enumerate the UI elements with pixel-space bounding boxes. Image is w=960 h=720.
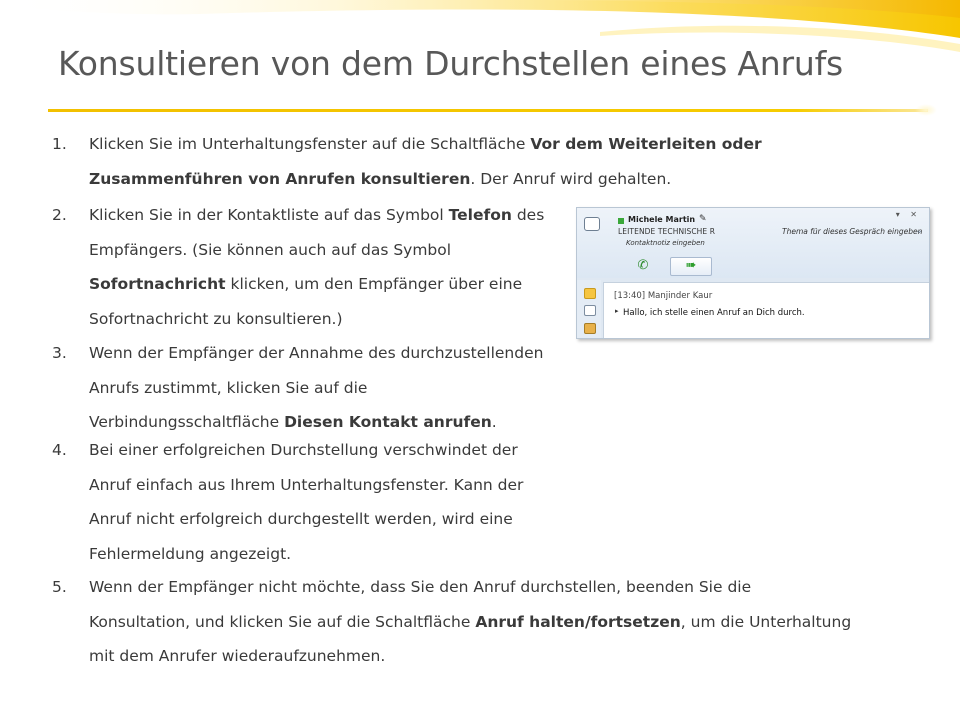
message-pane: [13:40] Manjinder Kaur ▸ Hallo, ich stel…	[603, 282, 929, 338]
title-underline	[48, 109, 928, 112]
note-icon[interactable]: ✎	[699, 214, 707, 224]
contact-card-icon[interactable]	[584, 288, 596, 299]
phone-icon[interactable]: ✆	[634, 258, 652, 274]
participants-icon[interactable]	[584, 323, 596, 334]
step-text: Klicken Sie in der Kontaktliste auf das …	[89, 198, 562, 336]
conversation-sidebar	[577, 280, 601, 338]
step-text-run: Klicken Sie in der Kontaktliste auf das …	[89, 206, 449, 224]
step-emphasis: Sofortnachricht	[89, 275, 226, 293]
step-text-run: Klicken Sie im Unterhaltungsfenster auf …	[89, 135, 531, 153]
message-bullet-icon: ▸	[615, 307, 619, 315]
contact-department: LEITENDE TECHNISCHE R	[618, 227, 716, 236]
message-sender: [13:40] Manjinder Kaur	[614, 291, 713, 301]
window-controls[interactable]: ▾ ✕	[896, 210, 921, 219]
conversation-window-screenshot: Michele Martin ✎ LEITENDE TECHNISCHE R K…	[576, 207, 930, 339]
topic-input[interactable]: Thema für dieses Gespräch eingeben	[782, 227, 922, 236]
step-text: Bei einer erfolgreichen Durchstellung ve…	[89, 433, 562, 571]
step-emphasis: Telefon	[448, 206, 512, 224]
step-number: 3.	[52, 344, 67, 362]
step-4: 4. Bei einer erfolgreichen Durchstellung…	[52, 433, 562, 571]
chat-icon	[584, 217, 600, 231]
step-5: 5. Wenn der Empfänger nicht möchte, dass…	[52, 570, 852, 674]
step-number: 1.	[52, 135, 67, 153]
step-text: Wenn der Empfänger nicht möchte, dass Si…	[89, 570, 852, 674]
page-title: Konsultieren von dem Durchstellen eines …	[58, 44, 844, 83]
step-number: 5.	[52, 578, 67, 596]
step-3: 3. Wenn der Empfänger der Annahme des du…	[52, 336, 562, 440]
step-emphasis: Anruf halten/fortsetzen	[475, 612, 681, 631]
im-icon[interactable]	[584, 305, 596, 316]
step-text: Klicken Sie im Unterhaltungsfenster auf …	[89, 127, 832, 196]
chevron-down-icon[interactable]: ⌄	[915, 226, 923, 236]
step-text-run: . Der Anruf wird gehalten.	[470, 169, 672, 188]
step-1: 1. Klicken Sie im Unterhaltungsfenster a…	[52, 127, 832, 196]
message-text: Hallo, ich stelle einen Anruf an Dich du…	[623, 308, 805, 318]
contact-name: Michele Martin	[628, 215, 696, 224]
step-number: 4.	[52, 441, 67, 459]
step-number: 2.	[52, 206, 67, 224]
contact-note-field[interactable]: Kontaktnotiz eingeben	[626, 239, 705, 247]
step-text-run: Bei einer erfolgreichen Durchstellung ve…	[89, 441, 524, 563]
step-text-run: .	[491, 413, 497, 431]
step-2: 2. Klicken Sie in der Kontaktliste auf d…	[52, 198, 562, 336]
consult-transfer-button[interactable]: ➠	[670, 257, 712, 276]
underline-glow	[915, 104, 937, 116]
step-text: Wenn der Empfänger der Annahme des durch…	[89, 336, 562, 440]
step-emphasis: Diesen Kontakt anrufen	[284, 413, 492, 431]
presence-indicator	[618, 218, 624, 224]
